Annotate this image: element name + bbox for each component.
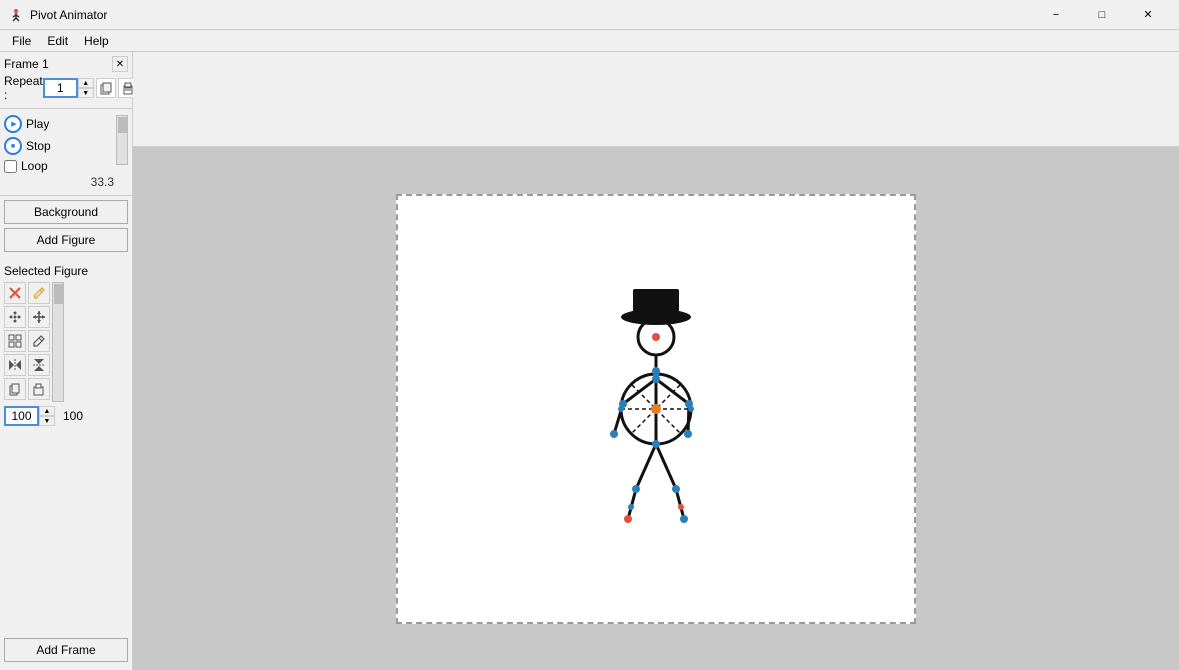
size-row: 100 ▲ ▼ 100 xyxy=(4,406,128,426)
repeat-spinner: 1 ▲ ▼ xyxy=(43,78,94,98)
size-increment[interactable]: ▲ xyxy=(39,406,55,416)
move-button[interactable] xyxy=(28,306,50,328)
size-spinner: 100 ▲ ▼ xyxy=(4,406,55,426)
duplicate-nodes-button[interactable] xyxy=(4,306,26,328)
flip-horizontal-button[interactable] xyxy=(4,354,26,376)
stickman-figure[interactable] xyxy=(576,279,736,539)
play-button[interactable]: Play xyxy=(4,115,49,133)
frame-close-button[interactable]: ✕ xyxy=(112,56,128,72)
menu-edit[interactable]: Edit xyxy=(39,32,76,50)
loop-label: Loop xyxy=(21,159,48,173)
play-icon xyxy=(4,115,22,133)
app-icon xyxy=(8,7,24,23)
window-controls: − □ ✕ xyxy=(1033,0,1171,30)
delete-figure-button[interactable] xyxy=(4,282,26,304)
stop-icon xyxy=(4,137,22,155)
tool-row-1 xyxy=(4,282,50,304)
repeat-increment[interactable]: ▲ xyxy=(78,78,94,88)
speed-thumb xyxy=(118,117,128,133)
menu-help[interactable]: Help xyxy=(76,32,117,50)
canvas-area xyxy=(133,52,1179,670)
figure-tools-thumb xyxy=(54,284,64,304)
tool-row-3 xyxy=(4,330,50,352)
tool-row-2 xyxy=(4,306,50,328)
repeat-decrement[interactable]: ▼ xyxy=(78,88,94,98)
paste-figure-button[interactable] xyxy=(28,378,50,400)
size-decrement[interactable]: ▼ xyxy=(39,416,55,426)
controls-section: Play Stop Loop xyxy=(0,109,132,196)
tool-row-4 xyxy=(4,354,50,376)
menu-file[interactable]: File xyxy=(4,32,39,50)
size-input[interactable]: 100 xyxy=(4,406,39,426)
figure-tools-scrollbar[interactable] xyxy=(52,282,64,402)
flip-vertical-button[interactable] xyxy=(28,354,50,376)
frame-label: Frame 1 xyxy=(4,57,49,71)
left-panel-spacer xyxy=(0,451,132,634)
canvas-inner[interactable] xyxy=(396,194,916,624)
left-panel: Frame 1 ✕ Repeat : 1 ▲ ▼ xyxy=(0,52,133,670)
color-picker-button[interactable] xyxy=(28,330,50,352)
frame-strip xyxy=(133,52,1179,147)
repeat-input[interactable]: 1 xyxy=(43,78,78,98)
canvas-main[interactable] xyxy=(133,147,1179,670)
copy-figure-button[interactable] xyxy=(4,378,26,400)
figure-tools xyxy=(4,282,128,402)
frame-copy-button[interactable] xyxy=(96,78,116,98)
frames-section: Frame 1 ✕ Repeat : 1 ▲ ▼ xyxy=(0,52,132,109)
add-figure-button[interactable]: Add Figure xyxy=(4,228,128,252)
selected-figure-label: Selected Figure xyxy=(4,264,128,278)
background-button[interactable]: Background xyxy=(4,200,128,224)
menu-bar: File Edit Help xyxy=(0,30,1179,52)
main-layout: Frame 1 ✕ Repeat : 1 ▲ ▼ xyxy=(0,52,1179,670)
stop-label: Stop xyxy=(26,139,51,153)
fps-display: 33.3 xyxy=(4,175,128,189)
add-frame-button[interactable]: Add Frame xyxy=(4,638,128,662)
tools-main xyxy=(4,282,50,402)
minimize-button[interactable]: − xyxy=(1033,0,1079,30)
maximize-button[interactable]: □ xyxy=(1079,0,1125,30)
speed-scrollbar[interactable] xyxy=(116,115,128,165)
play-label: Play xyxy=(26,117,49,131)
loop-checkbox[interactable] xyxy=(4,160,17,173)
edit-figure-button[interactable] xyxy=(28,282,50,304)
stop-button[interactable]: Stop xyxy=(4,137,51,155)
repeat-label: Repeat : xyxy=(4,74,43,102)
selected-figure-section: Selected Figure xyxy=(0,260,132,451)
close-button[interactable]: ✕ xyxy=(1125,0,1171,30)
bg-figure-section: Background Add Figure xyxy=(0,196,132,260)
app-title: Pivot Animator xyxy=(30,8,1033,22)
tool-row-5 xyxy=(4,378,50,400)
title-bar: Pivot Animator − □ ✕ xyxy=(0,0,1179,30)
size-max-label: 100 xyxy=(63,409,83,423)
add-frame-section: Add Frame xyxy=(0,634,132,670)
grid-button[interactable] xyxy=(4,330,26,352)
